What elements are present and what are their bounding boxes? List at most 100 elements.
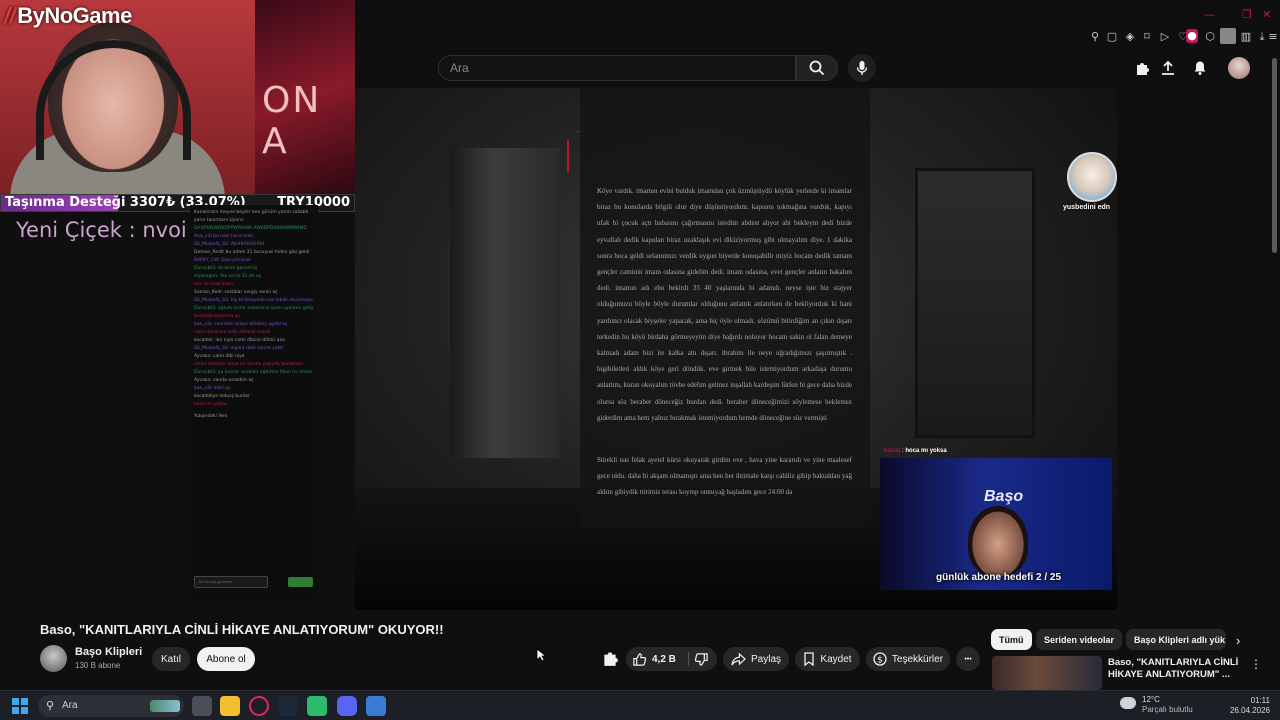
puzzle-icon[interactable]: ⬡ bbox=[1203, 30, 1217, 44]
extension-puzzle-button[interactable] bbox=[1132, 58, 1152, 78]
channel-avatar[interactable] bbox=[40, 645, 67, 672]
opera-gx-icon[interactable] bbox=[249, 696, 269, 716]
puzzle-icon bbox=[1137, 63, 1149, 75]
chat-message: DADPDNWDKDPPWWAWK AWKDPDSNWAWMWMD bbox=[194, 226, 307, 231]
subscribe-button[interactable]: Abone ol bbox=[197, 647, 255, 671]
stream-chat: Kanalinizin meyve beyler ben görüm yarım… bbox=[190, 205, 318, 600]
dislike-button[interactable] bbox=[692, 650, 710, 668]
chat-message: nas ve hoat Icom bbox=[194, 282, 233, 287]
search-input[interactable]: Ara bbox=[438, 55, 796, 81]
game-launcher-icon[interactable] bbox=[307, 696, 327, 716]
brand-logo: //ByNoGame bbox=[4, 3, 132, 29]
bookmark-icon bbox=[804, 652, 815, 666]
chip-channel-uploads[interactable]: Başo Klipleri adlı yük bbox=[1126, 629, 1226, 650]
account-avatar[interactable] bbox=[1228, 57, 1250, 79]
thanks-button[interactable]: $ Teşekkürler bbox=[866, 647, 950, 671]
join-button[interactable]: Katıl bbox=[152, 647, 190, 671]
chat-message: Saman_Kedi: saldalar vergiy senki aç bbox=[194, 290, 278, 295]
streamer-cam-2: Başo bbox=[880, 458, 1112, 590]
task-view-icon[interactable] bbox=[192, 696, 212, 716]
extension-icon[interactable]: ● bbox=[1186, 29, 1198, 43]
chat-message: yarın tanımlanı Uyarıs bbox=[194, 218, 244, 223]
chat-input[interactable]: Bir mesaj gönderin bbox=[194, 576, 268, 588]
sidebar-icon[interactable]: ▥ bbox=[1239, 30, 1253, 44]
clock-time: 01:11 bbox=[1250, 696, 1270, 705]
search-icon: ⚲ bbox=[46, 700, 55, 712]
taskbar-search[interactable]: ⚲ Ara bbox=[38, 695, 184, 717]
chat-message: cinler dehenin doye ne yarına yaşıyda bu… bbox=[194, 362, 303, 367]
streamer-2-face bbox=[968, 506, 1028, 576]
pin-icon[interactable]: ⚲ bbox=[1088, 30, 1102, 44]
chat-message: hoca mı yoksa bbox=[194, 402, 227, 407]
story-document: Köye vardık. imamın evini bulduk imamdan… bbox=[580, 88, 870, 528]
notifications-button[interactable] bbox=[1190, 58, 1210, 78]
cam-chat-message: basoq : hoca mı yoksa bbox=[884, 448, 947, 454]
share-label: Paylaş bbox=[750, 653, 781, 665]
tab-icon[interactable]: ▢ bbox=[1105, 30, 1119, 44]
chat-message: SS_Mustafa_SS: sigara dedi zanım çekti bbox=[194, 346, 284, 351]
chat-message: kocadeli: ian niye cami dibine döktü aaa bbox=[194, 338, 285, 343]
page-scrollbar[interactable] bbox=[1272, 58, 1277, 253]
like-button[interactable]: 4,2 B bbox=[632, 647, 676, 671]
thumbs-up-icon bbox=[633, 652, 647, 666]
logo-slash-icon: // bbox=[4, 3, 16, 28]
chip-all[interactable]: Tümü bbox=[991, 629, 1032, 650]
video-title: Baso, "KANITLARIYLA CİNLİ HİKAYE ANLATIY… bbox=[40, 622, 444, 637]
chat-message: SS_Mustafa_SS: AJHHHSHSHSH bbox=[194, 242, 265, 247]
svg-text:$: $ bbox=[877, 656, 883, 666]
steam-icon[interactable] bbox=[278, 696, 298, 716]
clock-date: 26.04.2026 bbox=[1229, 706, 1270, 715]
like-dislike-group: 4,2 B bbox=[626, 647, 717, 671]
chat-message: kaa_v3i: katıl aç bbox=[194, 386, 231, 391]
chat-message: Dossybt3: oğlum cinler adamanız şuan uyu… bbox=[194, 306, 314, 311]
channel-name[interactable]: Başo Klipleri bbox=[75, 646, 142, 658]
search-highlight-image bbox=[150, 700, 180, 712]
save-button[interactable]: Kaydet bbox=[795, 647, 860, 671]
chat-paused-indicator[interactable]: Yukarıdaki Yeni bbox=[194, 413, 314, 421]
windows-taskbar: ⚲ Ara 12°C Parçalı bulutlu 01:11 26.04.2… bbox=[0, 690, 1280, 720]
discord-icon[interactable] bbox=[337, 696, 357, 716]
chat-message: Demon_Redit bu adam 31 buruyusi hiden gi… bbox=[194, 250, 310, 255]
cam-chat-user: basoq bbox=[884, 448, 901, 454]
menu-icon[interactable]: ≡ bbox=[1266, 30, 1280, 44]
recommended-thumbnail[interactable] bbox=[992, 656, 1102, 690]
taskbar-search-label: Ara bbox=[62, 700, 78, 711]
profile-icon[interactable] bbox=[1220, 28, 1236, 44]
chevron-right-icon[interactable]: › bbox=[1236, 633, 1240, 648]
chip-series[interactable]: Seriden videolar bbox=[1036, 629, 1123, 650]
chat-message: Dossybt3: ibrahim gecermiş bbox=[194, 266, 258, 271]
subscriber-count: 130 B abone bbox=[75, 661, 121, 670]
more-actions-button[interactable]: ••• bbox=[956, 647, 980, 671]
viewer-avatar bbox=[1067, 152, 1117, 202]
brand-name: ByNoGame bbox=[17, 3, 132, 28]
app-icon[interactable] bbox=[366, 696, 386, 716]
windows-start-icon[interactable] bbox=[12, 698, 28, 714]
search-button[interactable] bbox=[796, 55, 838, 81]
chat-send-button[interactable] bbox=[288, 577, 313, 587]
voice-search-button[interactable] bbox=[848, 54, 876, 82]
upload-button[interactable] bbox=[1158, 58, 1178, 78]
like-count: 4,2 B bbox=[652, 653, 676, 665]
bookmark-icon[interactable]: ⌑ bbox=[1140, 30, 1154, 44]
chat-message: Ayvalıa: cenda essedim aç bbox=[194, 378, 254, 383]
file-explorer-icon[interactable] bbox=[220, 696, 240, 716]
play-icon[interactable]: ▷ bbox=[1158, 30, 1172, 44]
recommended-title[interactable]: Baso, "KANITLARIYLA CİNLİ HİKAYE ANLATIY… bbox=[1108, 657, 1248, 681]
shield-icon[interactable]: ◈ bbox=[1123, 30, 1137, 44]
extension-action-button[interactable] bbox=[601, 649, 621, 669]
chat-message: cami duvarina sidik dikmek mesik bbox=[194, 330, 271, 335]
chat-message: burlarda kaşınma aç bbox=[194, 314, 240, 319]
maximize-icon[interactable]: ❐ bbox=[1242, 8, 1252, 21]
taskbar-clock[interactable]: 01:11 26.04.2026 bbox=[1226, 696, 1270, 716]
weather-desc: Parçalı bulutlu bbox=[1142, 705, 1193, 714]
kebab-menu-icon[interactable]: ⋮ bbox=[1250, 657, 1262, 671]
save-label: Kaydet bbox=[820, 653, 852, 665]
dollar-badge-icon: $ bbox=[873, 652, 887, 666]
streamer-webcam: ON A bbox=[0, 0, 355, 195]
chat-message: SS_Mustafa_SS: hiç bi hikayede nas lebak… bbox=[194, 298, 314, 303]
share-button[interactable]: Paylaş bbox=[723, 647, 789, 671]
close-icon[interactable]: ✕ bbox=[1262, 8, 1271, 21]
weather-temp: 12°C bbox=[1142, 695, 1160, 704]
thanks-label: Teşekkürler bbox=[891, 653, 944, 665]
minimize-icon[interactable]: — bbox=[1204, 8, 1215, 21]
